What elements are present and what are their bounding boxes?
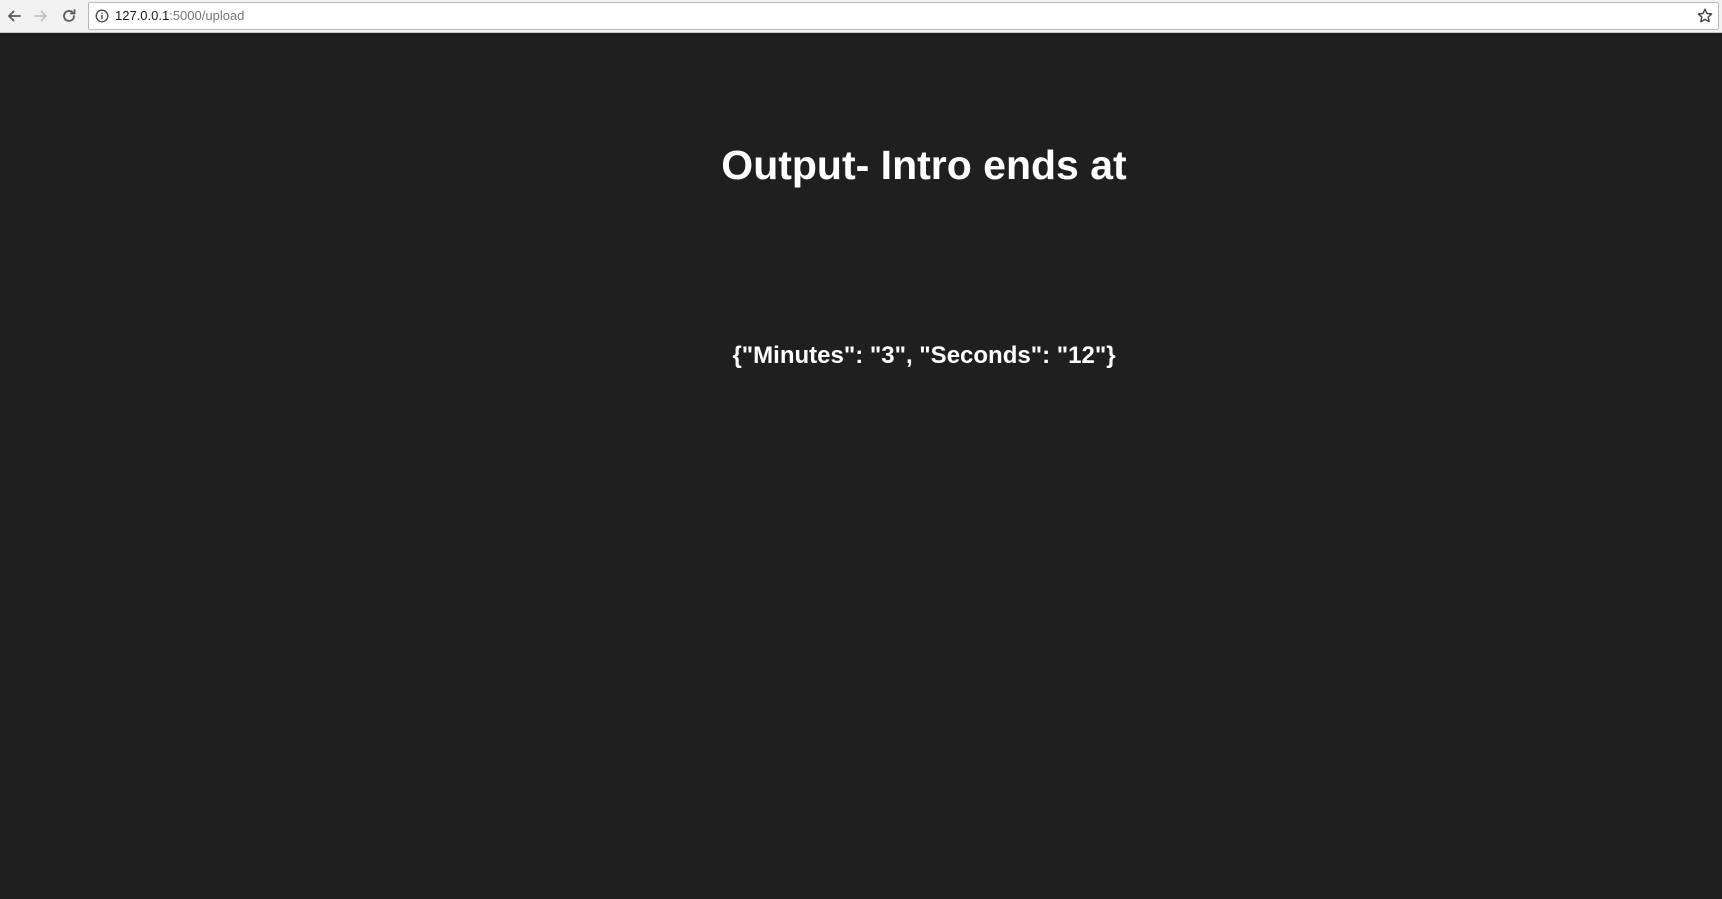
forward-button[interactable]	[29, 4, 53, 28]
page-title: Output- Intro ends at	[721, 142, 1127, 188]
reload-button[interactable]	[57, 4, 81, 28]
address-bar[interactable]: 127.0.0.1:5000/upload	[88, 2, 1719, 30]
page-content: Output- Intro ends at {"Minutes": "3", "…	[0, 33, 1722, 899]
url-path: :5000/upload	[169, 8, 245, 23]
browser-toolbar: 127.0.0.1:5000/upload	[0, 0, 1722, 33]
back-button[interactable]	[2, 4, 26, 28]
arrow-right-icon	[34, 10, 47, 22]
url-host: 127.0.0.1	[115, 8, 170, 23]
info-icon[interactable]	[95, 9, 109, 23]
reload-icon	[63, 9, 76, 22]
arrow-left-icon	[8, 10, 21, 22]
star-icon[interactable]	[1696, 7, 1714, 25]
result-output: {"Minutes": "3", "Seconds": "12"}	[732, 342, 1116, 369]
url-text[interactable]: 127.0.0.1:5000/upload	[115, 3, 244, 29]
